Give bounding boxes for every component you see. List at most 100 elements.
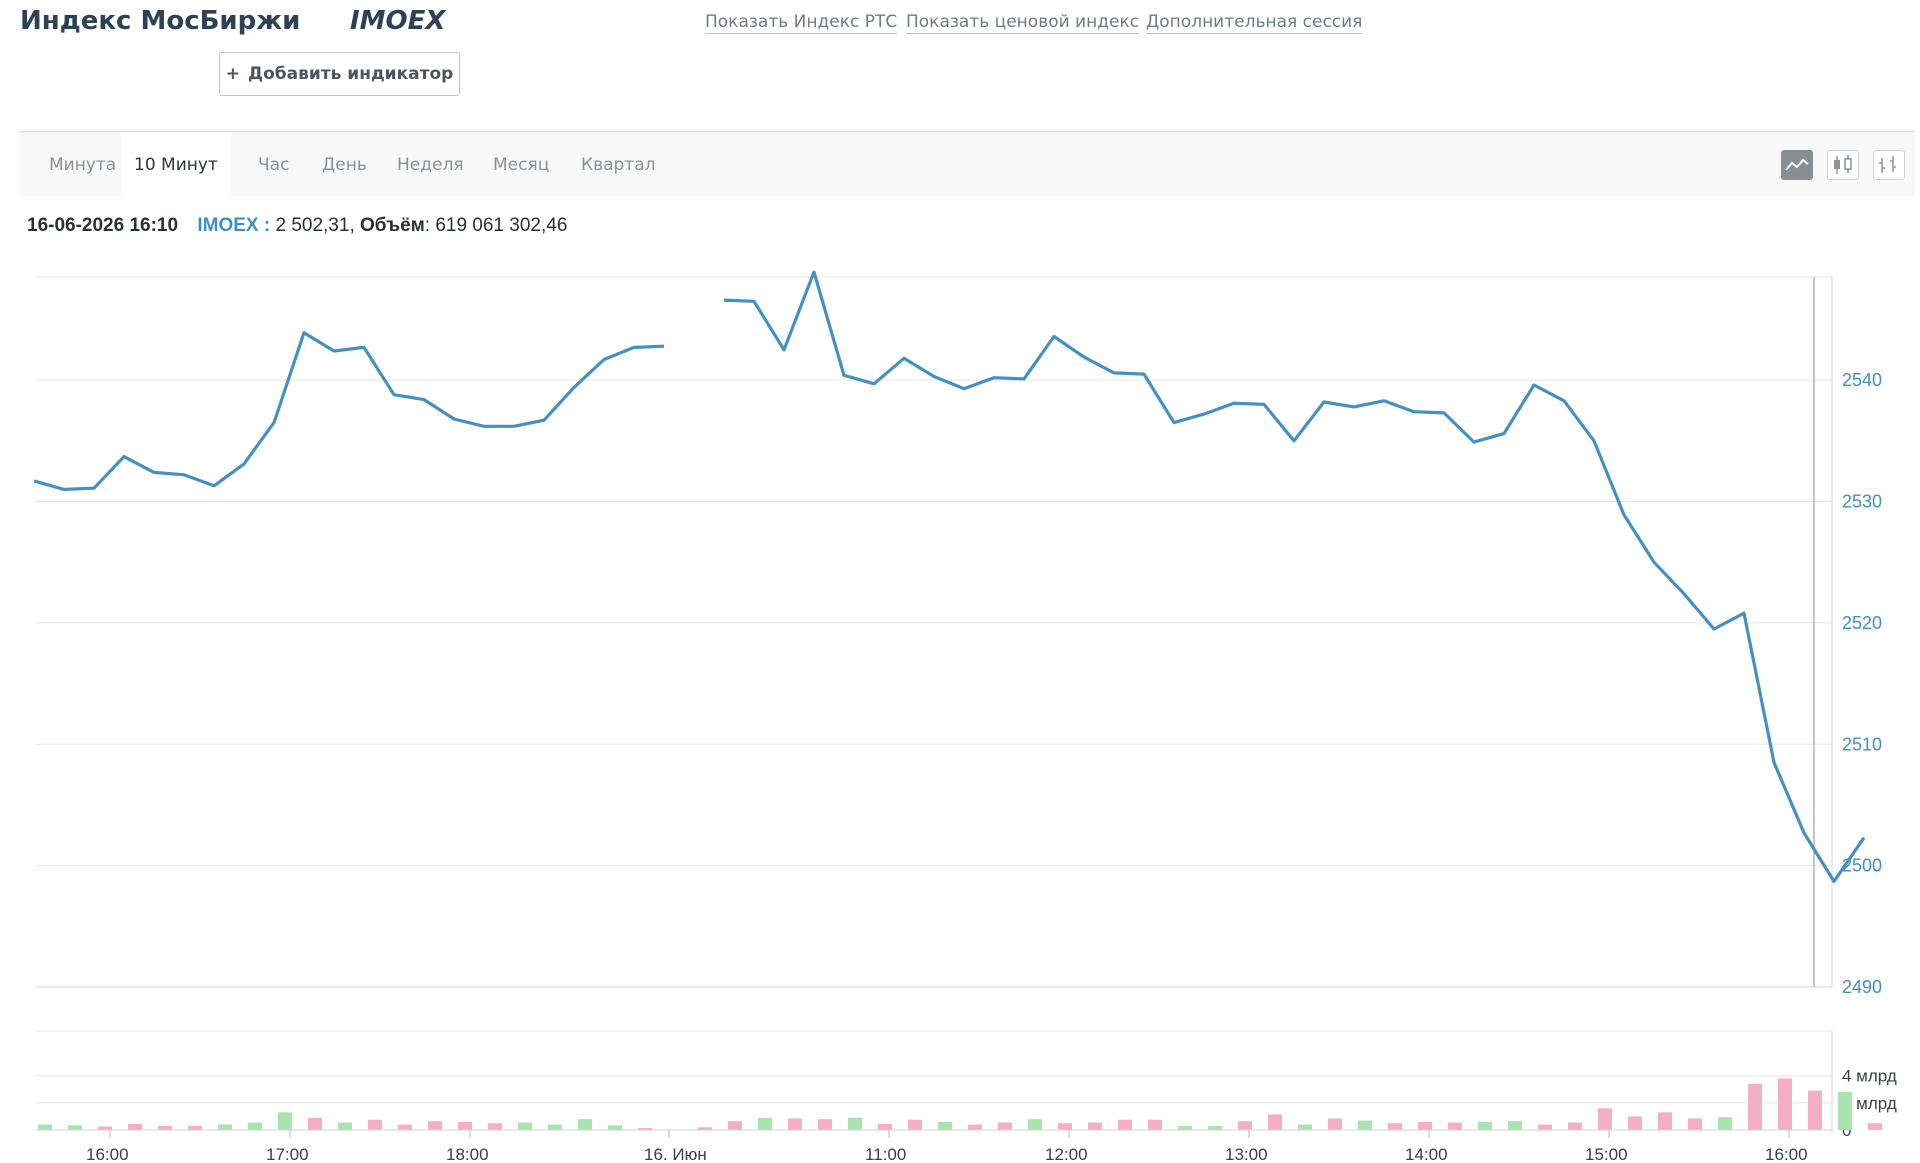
bar-chart-icon <box>1879 156 1896 173</box>
tab-day[interactable]: День <box>309 132 380 196</box>
volume-bar <box>368 1119 382 1130</box>
volume-bar <box>128 1123 142 1130</box>
volume-bar <box>1238 1121 1252 1130</box>
volume-bar <box>1658 1112 1672 1130</box>
volume-bar <box>428 1121 442 1130</box>
volume-bar <box>968 1124 982 1130</box>
price-tick-label: 2540 <box>1842 370 1882 390</box>
volume-bar <box>788 1118 802 1130</box>
x-axis-label: 16:00 <box>86 1145 129 1163</box>
volume-bar <box>398 1124 412 1130</box>
tab-minute[interactable]: Минута <box>36 132 129 196</box>
x-axis-label: 18:00 <box>446 1145 489 1163</box>
x-axis-label: 11:00 <box>865 1145 906 1163</box>
additional-session-link[interactable]: Дополнительная сессия <box>1146 12 1363 34</box>
volume-bar <box>38 1124 52 1130</box>
line-chart-button[interactable] <box>1781 150 1813 180</box>
volume-bar <box>488 1123 502 1130</box>
tab-hour[interactable]: Час <box>245 132 302 196</box>
ticker-symbol: IMOEX <box>350 6 446 36</box>
volume-bar <box>608 1125 622 1130</box>
volume-bar <box>338 1122 352 1130</box>
volume-bar <box>818 1119 832 1130</box>
x-axis-label: 16. Июн <box>644 1145 707 1163</box>
x-axis-label: 15:00 <box>1585 1145 1628 1163</box>
x-axis-label: 13:00 <box>1225 1145 1268 1163</box>
line-chart-icon <box>1785 158 1809 171</box>
volume-bar <box>848 1117 862 1130</box>
volume-bar <box>758 1117 772 1130</box>
volume-bar <box>998 1122 1012 1130</box>
volume-bar <box>158 1125 172 1130</box>
bar-chart-button[interactable] <box>1873 150 1905 180</box>
tab-month[interactable]: Месяц <box>480 132 562 196</box>
x-axis-label: 14:00 <box>1405 1145 1448 1163</box>
volume-bar <box>1028 1119 1042 1130</box>
price-tick-label: 2520 <box>1842 613 1882 633</box>
info-symbol: IMOEX : <box>197 215 271 236</box>
volume-bar <box>1538 1124 1552 1130</box>
volume-bar <box>278 1112 292 1130</box>
volume-bar <box>98 1126 112 1130</box>
volume-bar <box>1058 1123 1072 1130</box>
volume-bar <box>1148 1119 1162 1130</box>
volume-bar <box>1778 1078 1792 1130</box>
volume-bar <box>728 1121 742 1130</box>
volume-bar <box>1628 1116 1642 1130</box>
info-date: 16-06-2026 16:10 <box>27 215 179 236</box>
x-axis-label: 12:00 <box>1045 1145 1088 1163</box>
page-title: Индекс МосБиржи <box>20 6 301 36</box>
volume-bar <box>1358 1120 1372 1130</box>
volume-bar <box>518 1122 532 1130</box>
volume-bar <box>458 1121 472 1130</box>
x-axis-label: 17:00 <box>266 1145 309 1163</box>
volume-bar <box>188 1125 202 1130</box>
volume-bar <box>1808 1090 1822 1130</box>
volume-bar <box>1718 1117 1732 1130</box>
volume-bar <box>308 1117 322 1130</box>
volume-bar <box>1328 1118 1342 1130</box>
info-volume-label: Объём <box>360 215 425 236</box>
price-info-line: 16-06-2026 16:10 IMOEX : 2 502,31, Объём… <box>27 215 567 237</box>
add-indicator-button[interactable]: + Добавить индикатор <box>219 52 460 96</box>
price-line-series <box>33 331 665 491</box>
volume-bar <box>1388 1123 1402 1130</box>
candlestick-chart-button[interactable] <box>1827 150 1859 180</box>
volume-bar <box>218 1124 232 1130</box>
volume-bar <box>578 1119 592 1130</box>
volume-bar <box>1448 1122 1462 1130</box>
volume-bar <box>1118 1119 1132 1130</box>
price-line-series <box>723 270 1866 884</box>
volume-bar <box>1598 1108 1612 1130</box>
show-price-index-link[interactable]: Показать ценовой индекс <box>906 12 1140 34</box>
volume-bar <box>1868 1123 1882 1130</box>
tab-10-minutes[interactable]: 10 Минут <box>121 132 231 196</box>
volume-bar <box>938 1121 952 1130</box>
page: Индекс МосБиржи IMOEX Показать Индекс РТ… <box>0 0 1920 1163</box>
plus-icon: + <box>225 64 240 84</box>
volume-bar <box>908 1119 922 1130</box>
volume-bar <box>1178 1125 1192 1130</box>
volume-tick-label: 4 млрд <box>1842 1067 1897 1086</box>
x-axis-label: 16:00 <box>1765 1145 1808 1163</box>
volume-bar <box>1268 1114 1282 1130</box>
volume-bar <box>68 1125 82 1130</box>
volume-bar <box>248 1122 262 1130</box>
volume-bar <box>1688 1118 1702 1130</box>
tab-week[interactable]: Неделя <box>384 132 477 196</box>
tab-quarter[interactable]: Квартал <box>568 132 668 196</box>
info-volume-value: : 619 061 302,46 <box>424 215 568 236</box>
volume-bar <box>1838 1092 1852 1130</box>
volume-bar <box>1508 1121 1522 1130</box>
price-tick-label: 2510 <box>1842 734 1882 754</box>
volume-bar <box>548 1124 562 1130</box>
show-rts-index-link[interactable]: Показать Индекс РТС <box>705 12 898 34</box>
volume-bar <box>1088 1122 1102 1130</box>
price-volume-chart: 2540253025202510250024904 млрд2 млрд016:… <box>33 270 1897 1163</box>
price-tick-label: 2490 <box>1842 977 1882 997</box>
volume-bar <box>1208 1125 1222 1130</box>
price-tick-label: 2530 <box>1842 492 1882 512</box>
interval-toolbar: Минута 10 Минут Час День Неделя Месяц Кв… <box>19 132 1915 196</box>
volume-bar <box>1418 1121 1432 1130</box>
info-value: 2 502,31, <box>275 215 355 236</box>
